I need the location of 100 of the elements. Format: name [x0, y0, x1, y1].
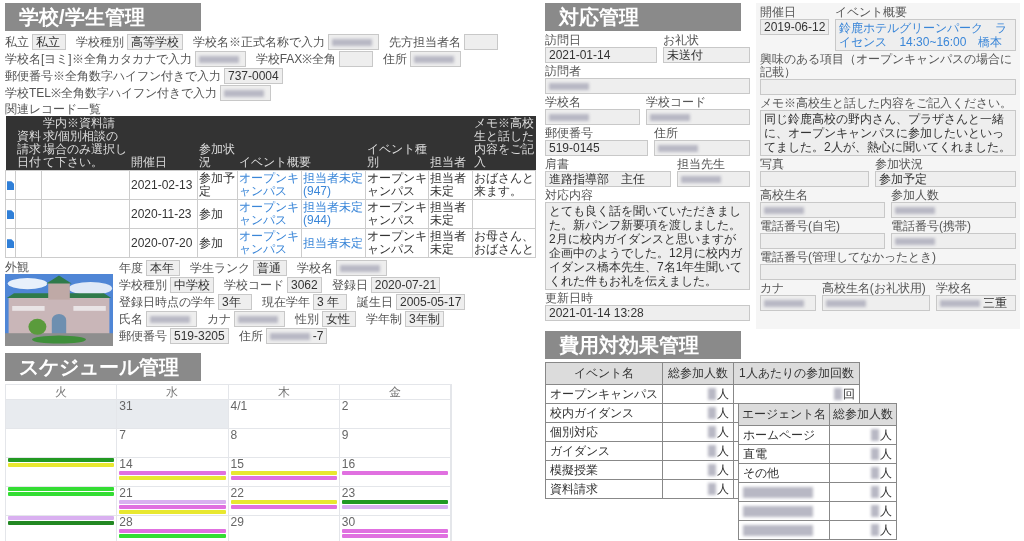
section-heading: 対応管理 [545, 3, 741, 31]
input-field[interactable]: 普通 [253, 260, 287, 276]
input-field[interactable] [464, 34, 498, 50]
input-field[interactable] [891, 202, 1016, 218]
field-label: 学年制 [366, 312, 402, 326]
field-label: 学校種別 [76, 35, 124, 49]
input-field[interactable] [760, 79, 1016, 95]
input-field[interactable]: 未送付 [663, 47, 750, 63]
document-icon[interactable] [7, 180, 14, 190]
event-bar[interactable] [119, 500, 226, 504]
input-field[interactable]: 2019-06-12 [760, 19, 830, 35]
day-cell[interactable]: 21 [117, 487, 229, 516]
day-cell[interactable]: 30 [339, 516, 451, 541]
input-field[interactable] [821, 295, 931, 311]
input-field[interactable]: 2021-01-14 13:28 [545, 305, 750, 321]
event-bar[interactable] [230, 500, 337, 504]
field-label: 訪問者 [545, 65, 582, 78]
input-field[interactable]: 三重 [936, 295, 1016, 311]
day-cell[interactable]: 23 [339, 487, 451, 516]
event-bar[interactable] [8, 492, 115, 496]
input-field[interactable] [760, 202, 885, 218]
day-cell[interactable]: 29 [228, 516, 340, 541]
document-icon[interactable] [7, 238, 14, 248]
input-field[interactable]: 参加予定 [875, 171, 1016, 187]
day-number: 2 [341, 400, 350, 412]
input-field[interactable] [760, 295, 816, 311]
field-label: 住所 [383, 52, 408, 66]
input-field[interactable] [545, 78, 750, 94]
input-field[interactable]: 737-0004 [224, 68, 283, 84]
input-field[interactable] [410, 51, 462, 67]
input-field[interactable] [760, 233, 885, 249]
day-cell[interactable]: 15 [228, 458, 340, 487]
input-field[interactable]: 女性 [322, 311, 356, 327]
unit-text: 人 [880, 503, 892, 518]
input-field[interactable]: 3年制 [405, 311, 444, 327]
text-area[interactable]: とても良く話を聞いていただきました。新パンフ新要項を渡しました。2月に校内ガイダンスと思いますが企画中のようでした。12月に校内ガイダンス橋本先生、7名1年生聞いてくれた件もお礼を伝えました。 [545, 202, 750, 290]
day-cell[interactable] [6, 487, 118, 516]
input-field[interactable] [220, 85, 271, 101]
input-field[interactable] [146, 311, 197, 327]
input-field[interactable] [328, 34, 379, 50]
day-cell[interactable]: 4/1 [228, 400, 340, 429]
input-field[interactable]: 3 年 [313, 294, 347, 310]
event-bar[interactable] [341, 534, 448, 538]
input-field[interactable]: 3062 [287, 277, 322, 293]
day-cell[interactable]: 8 [228, 429, 340, 458]
day-cell[interactable]: 16 [339, 458, 451, 487]
input-field[interactable] [194, 51, 246, 67]
event-bar[interactable] [341, 505, 448, 509]
event-bar[interactable] [119, 505, 226, 509]
event-link[interactable]: オープンキャンパス [239, 230, 300, 256]
input-field[interactable] [545, 109, 640, 125]
input-field[interactable]: 2021-01-14 [545, 47, 658, 63]
input-field[interactable] [760, 264, 1016, 280]
day-cell[interactable]: 22 [228, 487, 340, 516]
unit-text: 人 [880, 427, 892, 442]
field-label: 担当先生 [677, 158, 726, 171]
field-label: メモ※高校生と話した内容をご記入ください。 [760, 97, 1013, 110]
input-field[interactable] [339, 51, 374, 67]
event-link[interactable]: オープンキャンパス [239, 201, 300, 227]
event-bar[interactable] [230, 476, 337, 480]
input-field[interactable]: 本年 [146, 260, 180, 276]
event-bar[interactable] [341, 500, 448, 504]
table-cell: 2020-11-23 [129, 199, 198, 229]
input-field[interactable]: -7 [265, 328, 328, 344]
field-label: 興味のある項目（オープンキャンパスの場合に記載） [760, 53, 1013, 79]
day-cell[interactable]: 7 [117, 429, 229, 458]
input-field[interactable] [234, 311, 285, 327]
day-cell[interactable] [6, 400, 118, 429]
input-field[interactable]: 519-3205 [170, 328, 229, 344]
event-link[interactable]: オープンキャンパス [239, 172, 300, 198]
event-bar[interactable] [341, 529, 448, 533]
field-label: カナ [760, 282, 785, 295]
input-field[interactable] [336, 260, 387, 276]
day-number: 8 [230, 429, 239, 441]
event-bar[interactable] [341, 471, 448, 475]
input-field[interactable]: 2005-05-17 [396, 294, 466, 310]
day-cell[interactable]: 31 [117, 400, 229, 429]
event-bar[interactable] [230, 471, 337, 475]
input-field[interactable]: 2020-07-21 [370, 277, 441, 293]
input-field[interactable]: 進路指導部 主任 [545, 171, 671, 187]
input-field[interactable]: 中学校 [170, 277, 214, 293]
input-field[interactable] [677, 171, 750, 187]
input-field[interactable]: 519-0145 [545, 140, 649, 156]
input-field[interactable] [654, 140, 750, 156]
event-link[interactable]: 担当者未定(944) [303, 201, 364, 227]
input-field[interactable]: 私立 [32, 34, 66, 50]
day-cell[interactable]: 2 [339, 400, 451, 429]
event-bar[interactable] [230, 505, 337, 509]
field-label: 性別 [295, 312, 319, 326]
input-field[interactable]: 3年 [218, 294, 252, 310]
input-field[interactable] [760, 171, 869, 187]
document-icon[interactable] [7, 209, 14, 219]
input-field[interactable] [646, 109, 750, 125]
field-label: 学生ランク [190, 261, 250, 275]
input-field[interactable]: 高等学校 [127, 34, 183, 50]
day-cell[interactable]: 9 [339, 429, 451, 458]
input-field[interactable] [891, 233, 1016, 249]
event-link[interactable]: 担当者未定(947) [303, 172, 364, 198]
day-cell[interactable] [6, 429, 118, 458]
text-area[interactable]: 同じ鈴鹿高校の野内さん、プラザさんと一緒に、オープンキャンパスに参加したいといってました。2人が、熱心に聞いてくれました。 [760, 110, 1016, 156]
